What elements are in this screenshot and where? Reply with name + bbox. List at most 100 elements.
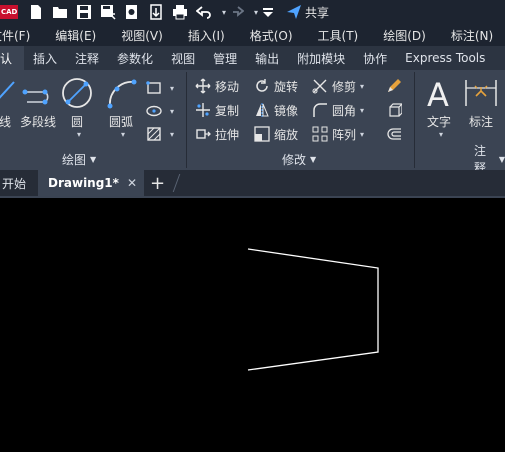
tab-drawing1-label: Drawing1*	[48, 176, 119, 190]
save-as-icon[interactable]	[98, 2, 118, 22]
redo-icon[interactable]	[226, 2, 246, 22]
modify-panel-label: 修改	[282, 152, 307, 167]
tab-divider	[172, 174, 181, 192]
fillet-tool[interactable]: 圆角 ▾	[312, 100, 364, 120]
rectangle-icon	[146, 81, 161, 94]
trim-tool[interactable]: 修剪 ▾	[312, 76, 364, 96]
ribbon-tab-bar: 认 插入 注释 参数化 视图 管理 输出 附加模块 协作 Express Too…	[0, 46, 505, 70]
rotate-label: 旋转	[274, 79, 299, 94]
ellipse-tool[interactable]: ▾	[146, 101, 174, 121]
tab-addins[interactable]: 附加模块	[288, 46, 354, 70]
dimension-tool[interactable]: 标注	[464, 76, 498, 130]
ellipse-dropdown-icon[interactable]: ▾	[170, 107, 174, 116]
line-tool[interactable]: 线	[0, 76, 22, 130]
fillet-dropdown-icon[interactable]: ▾	[360, 106, 364, 115]
cube-icon	[389, 103, 402, 117]
rotate-tool[interactable]: 旋转	[254, 76, 298, 96]
hatch-tool[interactable]: ▾	[146, 124, 174, 144]
tab-parametric[interactable]: 参数化	[108, 46, 162, 70]
drawn-polyline[interactable]	[247, 248, 379, 371]
chevron-down-icon: ▼	[498, 154, 505, 164]
tab-drawing1[interactable]: Drawing1* ✕	[38, 170, 144, 196]
pencil-icon	[388, 79, 401, 92]
array-label: 阵列	[332, 127, 357, 142]
copy-tool[interactable]: 复制	[195, 100, 239, 120]
text-tool[interactable]: A 文字 ▾	[422, 76, 456, 139]
tab-view[interactable]: 视图	[162, 46, 204, 70]
arc-tool[interactable]: 圆弧 ▾	[104, 76, 138, 139]
explode-tool[interactable]	[386, 100, 406, 120]
share-label: 共享	[305, 5, 330, 20]
array-dropdown-icon[interactable]: ▾	[360, 130, 364, 139]
fillet-label: 圆角	[332, 103, 357, 118]
menu-view[interactable]: 视图(V)	[121, 27, 163, 44]
rectangle-tool[interactable]: ▾	[146, 78, 174, 98]
ellipse-icon	[146, 105, 162, 117]
trim-icon	[312, 79, 327, 94]
menu-insert[interactable]: 插入(I)	[188, 27, 225, 44]
tab-express-tools[interactable]: Express Tools	[396, 46, 494, 70]
menu-edit[interactable]: 编辑(E)	[55, 27, 96, 44]
circle-tool[interactable]: 圆 ▾	[60, 76, 94, 139]
tab-start-label: 开始	[2, 176, 27, 191]
add-tab-button[interactable]: +	[150, 173, 165, 194]
panel-divider	[186, 72, 187, 168]
hatch-icon	[147, 127, 161, 141]
menu-format[interactable]: 格式(O)	[250, 27, 293, 44]
line-icon	[0, 76, 22, 110]
tab-default[interactable]: 认	[0, 46, 25, 70]
move-tool[interactable]: 移动	[195, 76, 239, 96]
dimension-icon	[464, 76, 498, 110]
modify-panel-title[interactable]: 修改 ▼	[282, 150, 316, 168]
annotation-panel-title[interactable]: 注释 ▼	[474, 144, 505, 175]
menu-draw[interactable]: 绘图(D)	[383, 27, 426, 44]
move-label: 移动	[215, 79, 240, 94]
app-logo[interactable]: CAD	[0, 5, 18, 19]
draw-panel-title[interactable]: 绘图 ▼	[62, 150, 96, 168]
text-label: 文字	[426, 115, 451, 129]
drawing-canvas[interactable]	[0, 198, 505, 452]
tab-output[interactable]: 输出	[246, 46, 288, 70]
menu-file[interactable]: 文件(F)	[0, 27, 30, 44]
scale-label: 缩放	[274, 127, 299, 142]
chevron-down-icon: ▼	[90, 154, 97, 164]
erase-tool[interactable]	[386, 76, 406, 96]
undo-icon[interactable]	[194, 2, 214, 22]
save-icon[interactable]	[74, 2, 94, 22]
stretch-icon	[196, 129, 211, 139]
hatch-dropdown-icon[interactable]: ▾	[170, 130, 174, 139]
circle-icon	[60, 76, 94, 110]
offset-tool[interactable]	[386, 124, 406, 144]
mirror-label: 镜像	[274, 103, 299, 118]
open-web-icon[interactable]	[122, 2, 142, 22]
new-icon[interactable]	[26, 2, 46, 22]
export-icon[interactable]	[146, 2, 166, 22]
menu-tools[interactable]: 工具(T)	[318, 27, 359, 44]
tab-collaborate[interactable]: 协作	[354, 46, 396, 70]
mirror-tool[interactable]: 镜像	[254, 100, 298, 120]
customize-icon[interactable]	[258, 2, 278, 22]
polyline-tool[interactable]: 多段线	[20, 76, 56, 130]
rectangle-dropdown-icon[interactable]: ▾	[170, 84, 174, 93]
scale-tool[interactable]: 缩放	[254, 124, 298, 144]
close-icon[interactable]: ✕	[127, 176, 137, 190]
stretch-tool[interactable]: 拉伸	[195, 124, 239, 144]
text-dropdown-icon[interactable]: ▾	[439, 130, 443, 139]
scale-icon	[254, 126, 270, 142]
text-icon: A	[422, 76, 456, 110]
trim-dropdown-icon[interactable]: ▾	[360, 82, 364, 91]
tab-annotate[interactable]: 注释	[66, 46, 108, 70]
share-button[interactable]: 共享	[286, 4, 329, 21]
circle-dropdown-icon[interactable]: ▾	[77, 130, 81, 139]
tab-manage[interactable]: 管理	[204, 46, 246, 70]
open-icon[interactable]	[50, 2, 70, 22]
menu-dimension[interactable]: 标注(N)	[451, 27, 493, 44]
svg-text:A: A	[427, 76, 449, 110]
tab-start[interactable]: 开始	[0, 170, 34, 196]
array-tool[interactable]: 阵列 ▾	[312, 124, 364, 144]
print-icon[interactable]	[170, 2, 190, 22]
panel-divider	[414, 72, 415, 168]
arc-dropdown-icon[interactable]: ▾	[121, 130, 125, 139]
tab-insert[interactable]: 插入	[24, 46, 66, 70]
circle-label: 圆	[70, 115, 83, 129]
